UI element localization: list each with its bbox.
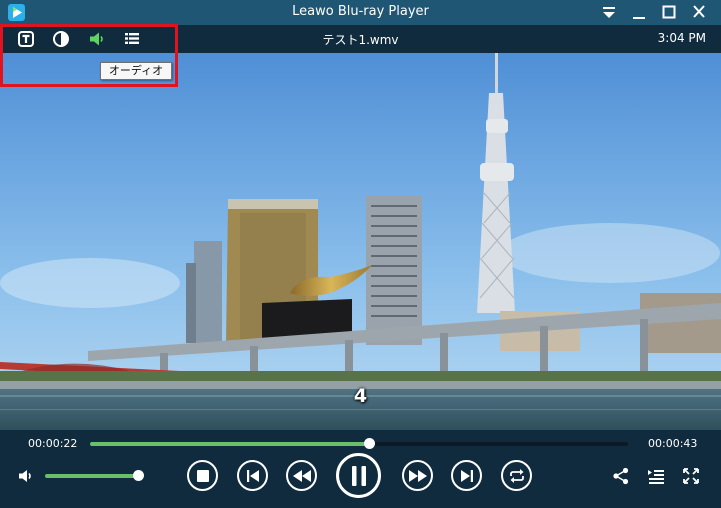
pause-icon <box>351 465 366 486</box>
chapter-list-button[interactable] <box>647 467 665 485</box>
video-frame-image <box>0 53 721 430</box>
volume-slider-level <box>45 474 138 478</box>
skip-previous-icon <box>246 469 259 482</box>
maximize-button[interactable] <box>657 2 681 23</box>
stop-button[interactable] <box>187 460 218 491</box>
fast-forward-icon <box>408 469 427 482</box>
clock: 3:04 PM <box>657 31 706 45</box>
volume-slider[interactable] <box>45 470 144 481</box>
previous-button[interactable] <box>237 460 268 491</box>
repeat-icon <box>509 468 524 483</box>
subtitle-text: 4 <box>353 385 368 407</box>
rewind-button[interactable] <box>286 460 317 491</box>
fast-forward-button[interactable] <box>402 460 433 491</box>
maximize-icon <box>662 5 676 19</box>
stop-icon <box>196 469 209 482</box>
dropdown-menu-button[interactable] <box>597 2 621 23</box>
fullscreen-button[interactable] <box>682 467 700 485</box>
seek-bar[interactable] <box>90 438 628 449</box>
close-icon <box>693 5 705 18</box>
minimize-button[interactable] <box>627 2 651 23</box>
share-icon <box>613 467 629 485</box>
seek-bar-handle[interactable] <box>363 438 375 449</box>
volume-button[interactable] <box>17 467 35 485</box>
volume-icon <box>19 470 31 482</box>
total-duration: 00:00:43 <box>648 437 698 450</box>
chapter-list-icon <box>648 470 664 484</box>
elapsed-time: 00:00:22 <box>28 437 78 450</box>
seek-bar-progress <box>90 442 369 446</box>
video-area[interactable] <box>0 53 721 430</box>
minimize-icon <box>633 17 645 19</box>
pause-button[interactable] <box>336 453 381 498</box>
next-button[interactable] <box>451 460 482 491</box>
control-bar: 00:00:22 00:00:43 <box>0 430 721 508</box>
skip-next-icon <box>460 469 473 482</box>
share-button[interactable] <box>612 467 630 485</box>
rewind-icon <box>292 469 311 482</box>
highlight-annotation-box <box>0 24 178 87</box>
volume-slider-handle[interactable] <box>133 470 144 481</box>
repeat-button[interactable] <box>501 460 532 491</box>
menu-dropdown-icon <box>603 7 615 18</box>
fullscreen-icon <box>683 468 699 484</box>
close-button[interactable] <box>687 2 711 23</box>
title-bar: Leawo Blu-ray Player <box>0 0 721 25</box>
